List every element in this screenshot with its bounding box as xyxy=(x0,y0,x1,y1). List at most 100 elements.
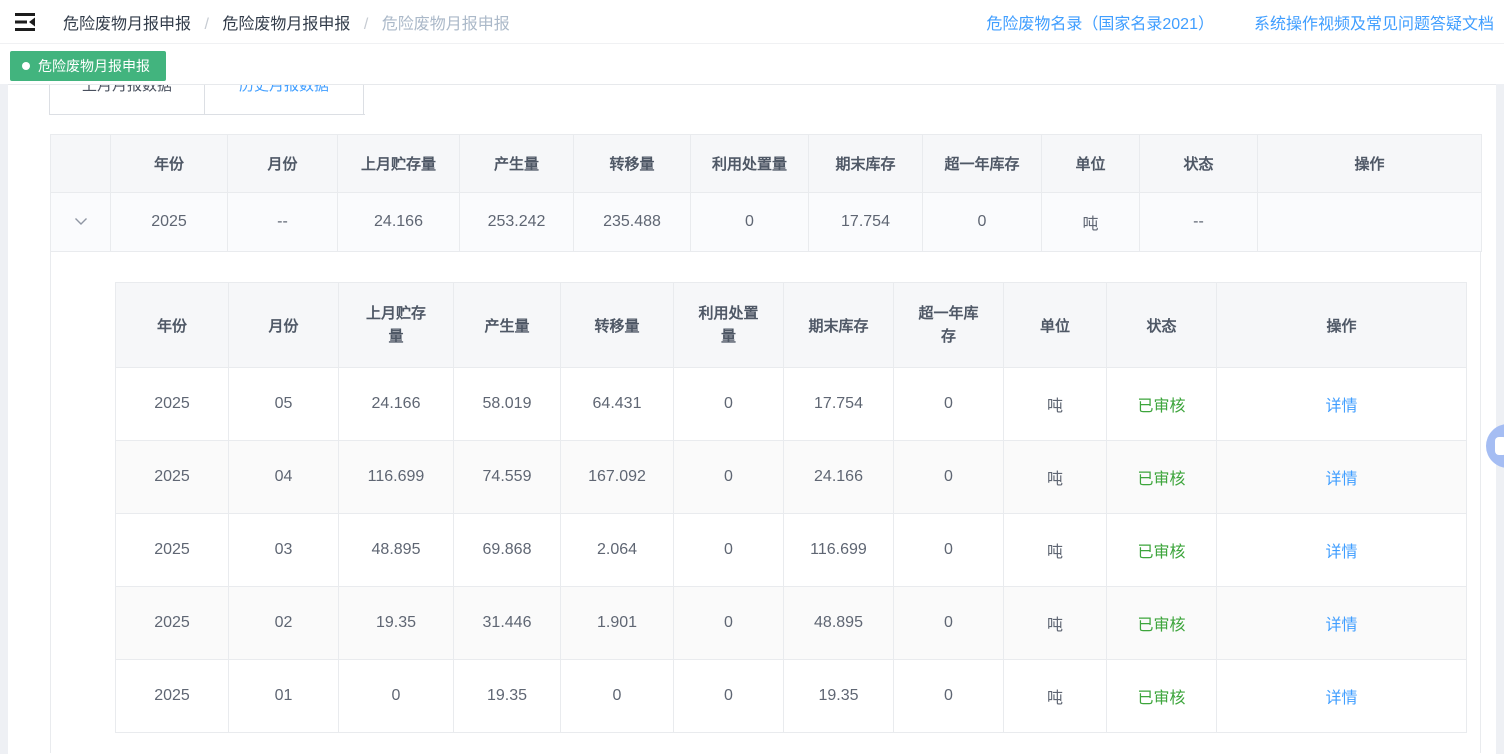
tab-last-month-data[interactable]: 上月月报数据 xyxy=(49,85,205,115)
cell-year: 2025 xyxy=(116,368,229,441)
col-prev-storage: 上月贮存量 xyxy=(338,135,460,193)
col-utilized: 利用处置量 xyxy=(674,283,784,368)
col-transferred: 转移量 xyxy=(561,283,674,368)
cell-status: 已审核 xyxy=(1107,587,1217,660)
cell-year: 2025 xyxy=(111,193,228,252)
cell-month: 05 xyxy=(229,368,339,441)
table-row: 2025 05 24.166 58.019 64.431 0 17.754 0 … xyxy=(116,368,1467,441)
cell-prev-storage: 19.35 xyxy=(339,587,454,660)
cell-produced: 58.019 xyxy=(454,368,561,441)
cell-prev-storage: 24.166 xyxy=(339,368,454,441)
detail-link[interactable]: 详情 xyxy=(1325,690,1357,707)
summary-table: 年份 月份 上月贮存量 产生量 转移量 利用处置量 期末库存 超一年库存 单位 … xyxy=(50,134,1482,252)
col-transferred: 转移量 xyxy=(574,135,691,193)
cell-month: 03 xyxy=(229,514,339,587)
table-row: 2025 01 0 19.35 0 0 19.35 0 吨 已审核 详情 xyxy=(116,660,1467,733)
cell-over-one-year: 0 xyxy=(894,587,1004,660)
cell-utilized: 0 xyxy=(674,660,784,733)
table-row: 2025 04 116.699 74.559 167.092 0 24.166 … xyxy=(116,441,1467,514)
col-produced: 产生量 xyxy=(454,283,561,368)
status-badge: 已审核 xyxy=(1137,398,1185,415)
page-tag-label: 危险废物月报申报 xyxy=(38,56,150,76)
table-row: 2025 03 48.895 69.868 2.064 0 116.699 0 … xyxy=(116,514,1467,587)
cell-month: 02 xyxy=(229,587,339,660)
cell-ending: 116.699 xyxy=(784,514,894,587)
cell-month: 04 xyxy=(229,441,339,514)
cell-over-one-year: 0 xyxy=(894,368,1004,441)
col-ending: 期末库存 xyxy=(784,283,894,368)
cell-produced: 31.446 xyxy=(454,587,561,660)
breadcrumb-item-current: 危险废物月报申报 xyxy=(382,16,510,33)
cell-unit: 吨 xyxy=(1004,441,1107,514)
tab-history-data[interactable]: 历史月报数据 xyxy=(205,85,364,115)
detail-link[interactable]: 详情 xyxy=(1325,617,1357,634)
cell-status: 已审核 xyxy=(1107,514,1217,587)
col-over-one-year: 超一年库存 xyxy=(894,283,1004,368)
menu-fold-icon[interactable] xyxy=(15,13,37,31)
cell-produced: 19.35 xyxy=(454,660,561,733)
help-docs-link[interactable]: 系统操作视频及常见问题答疑文档 xyxy=(1254,10,1494,34)
tag-dot-icon xyxy=(22,62,30,70)
cell-transferred: 0 xyxy=(561,660,674,733)
status-badge: 已审核 xyxy=(1137,690,1185,707)
detail-link[interactable]: 详情 xyxy=(1325,398,1357,415)
detail-link[interactable]: 详情 xyxy=(1325,544,1357,561)
cell-status: 已审核 xyxy=(1107,441,1217,514)
breadcrumb-item[interactable]: 危险废物月报申报 xyxy=(63,16,191,33)
col-month: 月份 xyxy=(228,135,338,193)
cell-action: 详情 xyxy=(1217,441,1467,514)
col-status: 状态 xyxy=(1140,135,1258,193)
cell-transferred: 167.092 xyxy=(561,441,674,514)
cell-action: 详情 xyxy=(1217,368,1467,441)
col-ending: 期末库存 xyxy=(809,135,923,193)
cell-unit: 吨 xyxy=(1004,368,1107,441)
history-table: 年份 月份 上月贮存量 产生量 转移量 利用处置量 期末库存 超一年库存 单位 … xyxy=(115,282,1467,733)
cell-utilized: 0 xyxy=(691,193,809,252)
help-assistant-glyph xyxy=(1495,437,1504,455)
status-badge: 已审核 xyxy=(1137,617,1185,634)
cell-over-one-year: 0 xyxy=(894,514,1004,587)
cell-produced: 253.242 xyxy=(460,193,574,252)
tabs-bar: 上月月报数据 历史月报数据 xyxy=(49,85,365,115)
tab-label: 上月月报数据 xyxy=(50,84,204,101)
cell-ending: 48.895 xyxy=(784,587,894,660)
topbar: 危险废物月报申报 / 危险废物月报申报 / 危险废物月报申报 危险废物名录（国家… xyxy=(0,0,1504,44)
cell-utilized: 0 xyxy=(674,368,784,441)
cell-prev-storage: 0 xyxy=(339,660,454,733)
status-badge: 已审核 xyxy=(1137,544,1185,561)
cell-transferred: 64.431 xyxy=(561,368,674,441)
cell-status: 已审核 xyxy=(1107,368,1217,441)
expanded-row-area: 年份 月份 上月贮存量 产生量 转移量 利用处置量 期末库存 超一年库存 单位 … xyxy=(50,252,1481,753)
cell-month: -- xyxy=(228,193,338,252)
cell-year: 2025 xyxy=(116,660,229,733)
cell-unit: 吨 xyxy=(1004,587,1107,660)
detail-link[interactable]: 详情 xyxy=(1325,471,1357,488)
page-tag[interactable]: 危险废物月报申报 xyxy=(10,51,166,81)
col-utilized: 利用处置量 xyxy=(691,135,809,193)
cell-produced: 74.559 xyxy=(454,441,561,514)
chevron-down-icon[interactable] xyxy=(74,213,88,231)
cell-transferred: 235.488 xyxy=(574,193,691,252)
content-panel: 上月月报数据 历史月报数据 年份 月份 上月贮存量 产生量 转移量 利用处置量 … xyxy=(8,84,1496,754)
col-action: 操作 xyxy=(1258,135,1482,193)
col-status: 状态 xyxy=(1107,283,1217,368)
cell-action: 详情 xyxy=(1217,587,1467,660)
breadcrumb-separator: / xyxy=(364,16,368,33)
breadcrumb-item[interactable]: 危险废物月报申报 xyxy=(222,16,350,33)
cell-action xyxy=(1258,193,1482,252)
cell-over-one-year: 0 xyxy=(894,441,1004,514)
cell-action: 详情 xyxy=(1217,660,1467,733)
col-prev-storage: 上月贮存量 xyxy=(339,283,454,368)
cell-month: 01 xyxy=(229,660,339,733)
breadcrumb-separator: / xyxy=(204,16,208,33)
cell-over-one-year: 0 xyxy=(923,193,1042,252)
content-background: 上月月报数据 历史月报数据 年份 月份 上月贮存量 产生量 转移量 利用处置量 … xyxy=(0,84,1504,754)
cell-status: -- xyxy=(1140,193,1258,252)
col-action: 操作 xyxy=(1217,283,1467,368)
status-badge: 已审核 xyxy=(1137,471,1185,488)
col-unit: 单位 xyxy=(1042,135,1140,193)
cell-prev-storage: 24.166 xyxy=(338,193,460,252)
hazardous-waste-catalog-link[interactable]: 危险废物名录（国家名录2021） xyxy=(986,10,1214,34)
breadcrumb: 危险废物月报申报 / 危险废物月报申报 / 危险废物月报申报 xyxy=(63,10,510,34)
tab-label: 历史月报数据 xyxy=(205,84,363,101)
